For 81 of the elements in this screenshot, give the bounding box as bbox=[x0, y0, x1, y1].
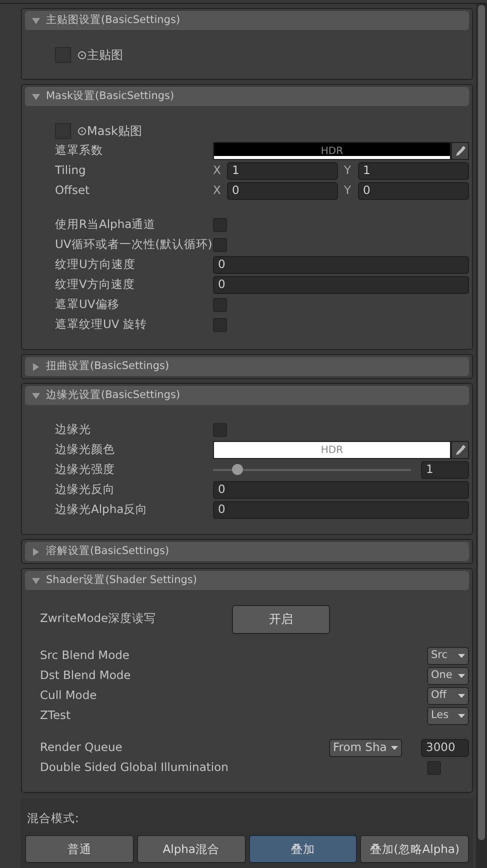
number-field[interactable]: 0 bbox=[213, 481, 469, 499]
section-header[interactable]: Mask设置(BasicSettings) bbox=[25, 87, 469, 106]
field-label: ZwriteMode深度读写 bbox=[40, 610, 158, 628]
eyedropper-button[interactable] bbox=[451, 441, 469, 459]
field-label: 边缘光 bbox=[55, 421, 92, 438]
dropdown[interactable]: Les bbox=[427, 707, 469, 725]
caret-icon[interactable] bbox=[32, 16, 40, 24]
field-label: Dst Blend Mode bbox=[40, 667, 131, 684]
checkbox[interactable] bbox=[213, 218, 227, 232]
blend-mode-label: 混合模式: bbox=[26, 810, 80, 827]
field-label: 遮罩UV偏移 bbox=[55, 296, 120, 314]
field-label: 纹理V方向速度 bbox=[55, 276, 136, 294]
blend-mode-button[interactable]: 普通 bbox=[25, 835, 134, 864]
checkbox[interactable] bbox=[213, 238, 227, 252]
dropdown-arrow-icon bbox=[458, 674, 465, 678]
number-field[interactable]: 0 bbox=[227, 182, 338, 200]
blend-mode-button[interactable]: 叠加(忽略Alpha) bbox=[360, 835, 469, 864]
number-field[interactable]: 3000 bbox=[421, 739, 469, 757]
section-header[interactable]: 溶解设置(BasicSettings) bbox=[25, 542, 469, 561]
number-field[interactable]: 1 bbox=[421, 461, 469, 479]
field-label: Render Queue bbox=[40, 739, 122, 756]
caret-icon[interactable] bbox=[32, 548, 40, 556]
number-field[interactable]: 1 bbox=[227, 162, 338, 180]
section-header[interactable]: 主贴图设置(BasicSettings) bbox=[25, 11, 469, 30]
field-label: 使用R当Alpha通道 bbox=[55, 216, 157, 234]
caret-icon[interactable] bbox=[32, 362, 40, 370]
caret-icon[interactable] bbox=[32, 576, 40, 584]
hdr-label: HDR bbox=[320, 444, 344, 458]
dropdown-arrow-icon bbox=[458, 654, 465, 658]
dropdown[interactable]: From Sha bbox=[329, 739, 402, 757]
eyedropper-button[interactable] bbox=[451, 142, 469, 160]
axis-label: X bbox=[213, 182, 222, 200]
field-label: Src Blend Mode bbox=[40, 647, 130, 664]
eyedropper-icon bbox=[454, 444, 466, 456]
number-field[interactable]: 1 bbox=[358, 162, 469, 180]
field-label: Tiling bbox=[55, 162, 87, 180]
section-header[interactable]: 边缘光设置(BasicSettings) bbox=[25, 386, 469, 405]
number-field[interactable]: 0 bbox=[358, 182, 469, 200]
field-label: 边缘光颜色 bbox=[55, 441, 116, 458]
dropdown[interactable]: One bbox=[427, 667, 469, 685]
field-label: ZTest bbox=[40, 707, 71, 724]
field-label: Double Sided Global Illumination bbox=[40, 759, 228, 776]
color-swatch[interactable]: HDR bbox=[213, 142, 451, 160]
field-label: UV循环或者一次性(默认循环) bbox=[55, 236, 213, 254]
number-field[interactable]: 0 bbox=[213, 256, 469, 274]
section-header[interactable]: 扭曲设置(BasicSettings) bbox=[25, 357, 469, 376]
hdr-label: HDR bbox=[320, 144, 344, 158]
section-header[interactable]: Shader设置(Shader Settings) bbox=[25, 571, 469, 590]
axis-label: X bbox=[213, 162, 222, 180]
caret-icon[interactable] bbox=[32, 392, 40, 400]
field-label: 纹理U方向速度 bbox=[55, 256, 136, 274]
slider-thumb[interactable] bbox=[232, 464, 243, 475]
field-label: 遮罩纹理UV 旋转 bbox=[55, 316, 148, 334]
field-label: Cull Mode bbox=[40, 687, 97, 704]
field-label: ⊙Mask贴图 bbox=[77, 123, 142, 140]
checkbox[interactable] bbox=[213, 318, 227, 332]
caret-icon[interactable] bbox=[32, 92, 40, 100]
axis-label: Y bbox=[344, 162, 352, 180]
dropdown[interactable]: Off bbox=[427, 687, 469, 705]
dropdown[interactable]: Src bbox=[427, 647, 469, 665]
field-label: ⊙主贴图 bbox=[77, 47, 124, 64]
dropdown-arrow-icon bbox=[458, 714, 465, 718]
checkbox[interactable] bbox=[427, 761, 441, 775]
number-field[interactable]: 0 bbox=[213, 276, 469, 294]
field-label: 边缘光强度 bbox=[55, 461, 116, 478]
axis-label: Y bbox=[344, 182, 352, 200]
dropdown-arrow-icon bbox=[458, 694, 465, 698]
field-label: Offset bbox=[55, 182, 91, 200]
toggle-button[interactable]: 开启 bbox=[232, 604, 330, 634]
field-label: 遮罩系数 bbox=[55, 142, 104, 160]
scrollbar-thumb[interactable] bbox=[478, 5, 485, 840]
checkbox[interactable] bbox=[213, 423, 227, 437]
field-label: 边缘光反向 bbox=[55, 481, 116, 498]
field-label: 边缘光Alpha反向 bbox=[55, 501, 149, 518]
blend-mode-button[interactable]: 叠加 bbox=[248, 835, 358, 864]
color-swatch[interactable]: HDR bbox=[213, 441, 451, 459]
eyedropper-icon bbox=[454, 146, 466, 156]
blend-mode-button[interactable]: Alpha混合 bbox=[136, 835, 246, 864]
checkbox[interactable] bbox=[213, 298, 227, 312]
number-field[interactable]: 0 bbox=[213, 501, 469, 519]
dropdown-arrow-icon bbox=[391, 746, 398, 750]
